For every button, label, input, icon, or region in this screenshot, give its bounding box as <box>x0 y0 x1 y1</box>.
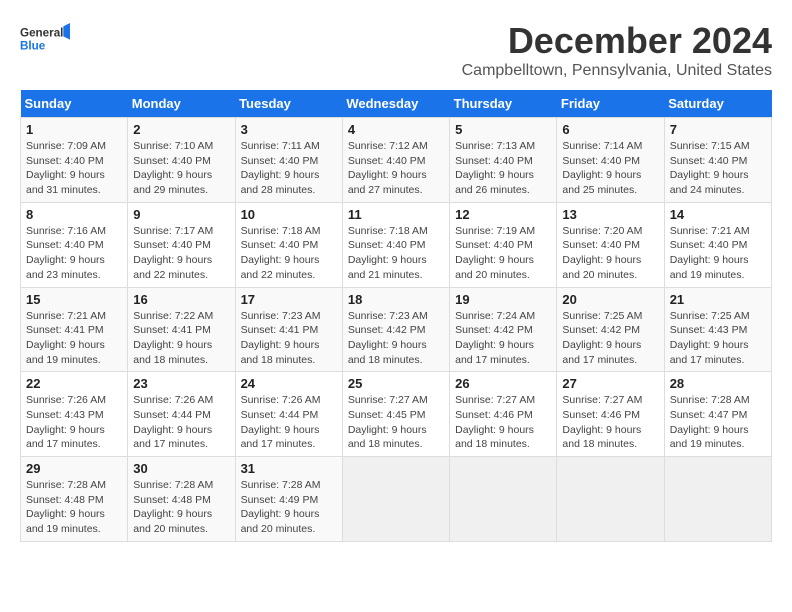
col-tuesday: Tuesday <box>235 90 342 118</box>
table-row: 28 Sunrise: 7:28 AM Sunset: 4:47 PM Dayl… <box>664 372 771 457</box>
table-row: 25 Sunrise: 7:27 AM Sunset: 4:45 PM Dayl… <box>342 372 449 457</box>
header-row: Sunday Monday Tuesday Wednesday Thursday… <box>21 90 772 118</box>
col-saturday: Saturday <box>664 90 771 118</box>
col-friday: Friday <box>557 90 664 118</box>
table-row: 20 Sunrise: 7:25 AM Sunset: 4:42 PM Dayl… <box>557 287 664 372</box>
svg-text:Blue: Blue <box>20 40 46 53</box>
table-row: 17 Sunrise: 7:23 AM Sunset: 4:41 PM Dayl… <box>235 287 342 372</box>
title-area: December 2024 Campbelltown, Pennsylvania… <box>462 20 772 80</box>
table-row: 6 Sunrise: 7:14 AM Sunset: 4:40 PM Dayli… <box>557 118 664 203</box>
calendar-week-3: 15 Sunrise: 7:21 AM Sunset: 4:41 PM Dayl… <box>21 287 772 372</box>
table-row: 1 Sunrise: 7:09 AM Sunset: 4:40 PM Dayli… <box>21 118 128 203</box>
table-row: 9 Sunrise: 7:17 AM Sunset: 4:40 PM Dayli… <box>128 202 235 287</box>
table-row: 11 Sunrise: 7:18 AM Sunset: 4:40 PM Dayl… <box>342 202 449 287</box>
table-row: 23 Sunrise: 7:26 AM Sunset: 4:44 PM Dayl… <box>128 372 235 457</box>
table-row <box>450 457 557 542</box>
svg-text:General: General <box>20 26 63 39</box>
table-row: 29 Sunrise: 7:28 AM Sunset: 4:48 PM Dayl… <box>21 457 128 542</box>
table-row: 5 Sunrise: 7:13 AM Sunset: 4:40 PM Dayli… <box>450 118 557 203</box>
calendar-week-5: 29 Sunrise: 7:28 AM Sunset: 4:48 PM Dayl… <box>21 457 772 542</box>
table-row: 8 Sunrise: 7:16 AM Sunset: 4:40 PM Dayli… <box>21 202 128 287</box>
table-row: 24 Sunrise: 7:26 AM Sunset: 4:44 PM Dayl… <box>235 372 342 457</box>
col-wednesday: Wednesday <box>342 90 449 118</box>
calendar-table: Sunday Monday Tuesday Wednesday Thursday… <box>20 90 772 542</box>
table-row <box>342 457 449 542</box>
calendar-subtitle: Campbelltown, Pennsylvania, United State… <box>462 62 772 80</box>
calendar-week-2: 8 Sunrise: 7:16 AM Sunset: 4:40 PM Dayli… <box>21 202 772 287</box>
table-row: 27 Sunrise: 7:27 AM Sunset: 4:46 PM Dayl… <box>557 372 664 457</box>
header: General Blue December 2024 Campbelltown,… <box>20 20 772 80</box>
table-row: 31 Sunrise: 7:28 AM Sunset: 4:49 PM Dayl… <box>235 457 342 542</box>
table-row: 2 Sunrise: 7:10 AM Sunset: 4:40 PM Dayli… <box>128 118 235 203</box>
logo: General Blue <box>20 20 70 56</box>
table-row: 14 Sunrise: 7:21 AM Sunset: 4:40 PM Dayl… <box>664 202 771 287</box>
table-row: 3 Sunrise: 7:11 AM Sunset: 4:40 PM Dayli… <box>235 118 342 203</box>
table-row: 22 Sunrise: 7:26 AM Sunset: 4:43 PM Dayl… <box>21 372 128 457</box>
table-row: 10 Sunrise: 7:18 AM Sunset: 4:40 PM Dayl… <box>235 202 342 287</box>
table-row: 30 Sunrise: 7:28 AM Sunset: 4:48 PM Dayl… <box>128 457 235 542</box>
calendar-title: December 2024 <box>462 20 772 62</box>
col-monday: Monday <box>128 90 235 118</box>
table-row: 18 Sunrise: 7:23 AM Sunset: 4:42 PM Dayl… <box>342 287 449 372</box>
col-thursday: Thursday <box>450 90 557 118</box>
logo-icon: General Blue <box>20 20 70 56</box>
table-row: 4 Sunrise: 7:12 AM Sunset: 4:40 PM Dayli… <box>342 118 449 203</box>
table-row <box>557 457 664 542</box>
table-row: 21 Sunrise: 7:25 AM Sunset: 4:43 PM Dayl… <box>664 287 771 372</box>
calendar-week-4: 22 Sunrise: 7:26 AM Sunset: 4:43 PM Dayl… <box>21 372 772 457</box>
table-row: 13 Sunrise: 7:20 AM Sunset: 4:40 PM Dayl… <box>557 202 664 287</box>
table-row: 16 Sunrise: 7:22 AM Sunset: 4:41 PM Dayl… <box>128 287 235 372</box>
table-row: 12 Sunrise: 7:19 AM Sunset: 4:40 PM Dayl… <box>450 202 557 287</box>
col-sunday: Sunday <box>21 90 128 118</box>
table-row: 7 Sunrise: 7:15 AM Sunset: 4:40 PM Dayli… <box>664 118 771 203</box>
table-row: 26 Sunrise: 7:27 AM Sunset: 4:46 PM Dayl… <box>450 372 557 457</box>
table-row: 19 Sunrise: 7:24 AM Sunset: 4:42 PM Dayl… <box>450 287 557 372</box>
table-row: 15 Sunrise: 7:21 AM Sunset: 4:41 PM Dayl… <box>21 287 128 372</box>
table-row <box>664 457 771 542</box>
calendar-week-1: 1 Sunrise: 7:09 AM Sunset: 4:40 PM Dayli… <box>21 118 772 203</box>
